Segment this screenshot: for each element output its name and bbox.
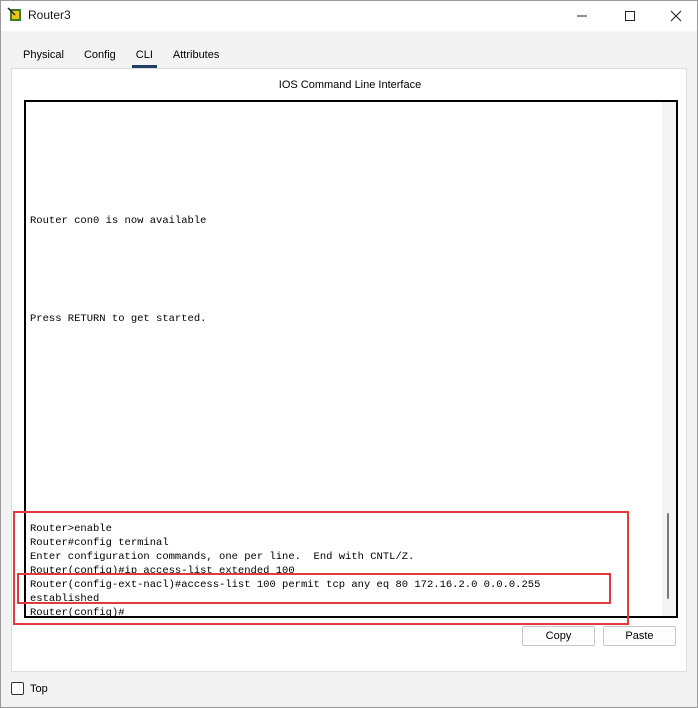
router-window: Router3 Physical Config CLI Attributes I… (0, 0, 698, 708)
paste-button[interactable]: Paste (603, 626, 676, 646)
router-app-icon (7, 7, 23, 23)
terminal-line: Router(config-ext-nacl)#access-list 100 … (30, 579, 541, 591)
terminal-line: Router(config)# (30, 607, 125, 618)
maximize-icon (625, 11, 635, 21)
terminal-line: Router#config terminal (30, 537, 169, 549)
cli-terminal[interactable]: Router con0 is now available Press RETURN… (24, 100, 678, 618)
title-bar[interactable]: Router3 (1, 1, 697, 31)
top-checkbox-label: Top (30, 682, 48, 695)
tab-config[interactable]: Config (74, 44, 126, 68)
main-area: Physical Config CLI Attributes IOS Comma… (1, 31, 697, 707)
cli-heading: IOS Command Line Interface (278, 79, 422, 91)
window-title: Router3 (28, 8, 71, 22)
close-icon (670, 10, 682, 22)
terminal-line: Router>enable (30, 523, 112, 535)
tab-physical[interactable]: Physical (13, 44, 74, 68)
tab-attributes[interactable]: Attributes (163, 44, 229, 68)
scrollbar-thumb[interactable] (667, 513, 669, 599)
top-checkbox[interactable] (11, 682, 24, 695)
terminal-line: Router con0 is now available (30, 215, 207, 227)
minimize-icon (577, 15, 587, 17)
close-button[interactable] (653, 1, 698, 31)
top-option[interactable]: Top (11, 682, 48, 695)
copy-button[interactable]: Copy (522, 626, 595, 646)
tab-cli[interactable]: CLI (126, 44, 163, 68)
terminal-output[interactable]: Router con0 is now available Press RETURN… (30, 102, 660, 618)
terminal-line: Enter configuration commands, one per li… (30, 551, 415, 563)
terminal-line: established (30, 593, 100, 605)
minimize-button[interactable] (559, 1, 605, 31)
terminal-line: Router(config)#ip access-list extended 1… (30, 565, 295, 577)
maximize-button[interactable] (607, 1, 653, 31)
tab-bar: Physical Config CLI Attributes (13, 44, 229, 68)
cli-panel: IOS Command Line Interface Router con0 i… (11, 68, 687, 672)
terminal-scrollbar[interactable] (662, 102, 676, 616)
terminal-line: Press RETURN to get started. (30, 313, 207, 325)
